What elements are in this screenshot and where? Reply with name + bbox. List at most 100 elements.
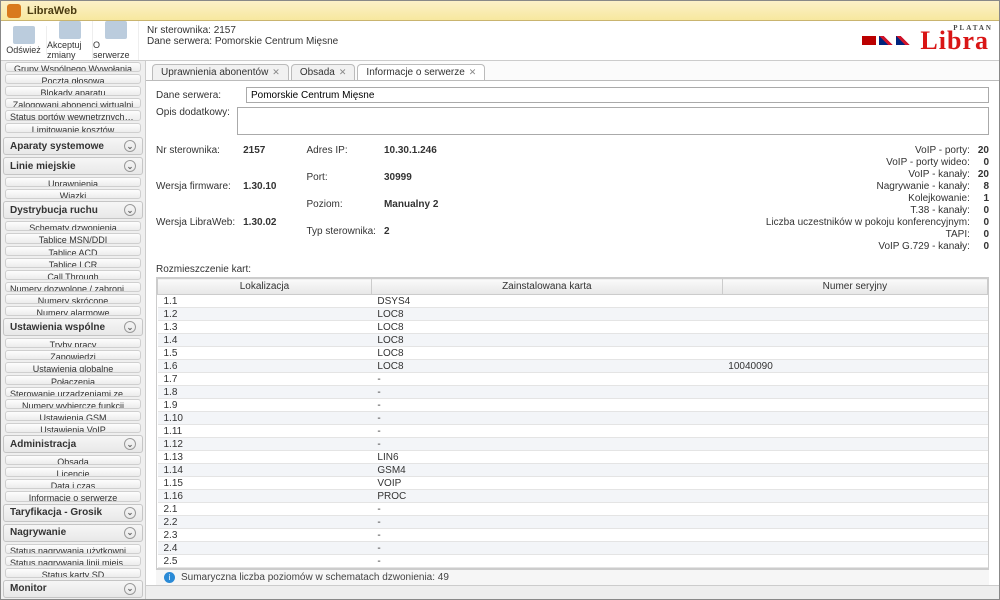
table-row[interactable]: 2.4- [158, 542, 988, 555]
status-bar: i Sumaryczna liczba poziomów w schematac… [156, 569, 989, 585]
sidebar-item[interactable]: Obsada [5, 455, 141, 465]
server-summary: Nr sterownika: 2157 Dane serwera: Pomors… [139, 21, 862, 60]
table-cell: LOC8 [371, 321, 722, 334]
accordion-header[interactable]: Linie miejskie⌄ [3, 157, 143, 175]
table-row[interactable]: 1.16PROC [158, 490, 988, 503]
chevron-down-icon: ⌄ [124, 583, 136, 595]
sidebar-item[interactable]: Call Through [5, 270, 141, 280]
sidebar-item[interactable]: Zalogowani abonenci wirtualni [5, 98, 141, 108]
sidebar-item[interactable]: Status nagrywania użytkowników [5, 544, 141, 554]
tab[interactable]: Uprawnienia abonentów✕ [152, 64, 289, 80]
table-row[interactable]: 1.3LOC8 [158, 321, 988, 334]
column-header[interactable]: Numer seryjny [722, 279, 987, 295]
sidebar-item[interactable]: Poczta głosowa [5, 74, 141, 84]
table-cell: 2.5 [158, 555, 372, 568]
sidebar-item[interactable]: Tryby pracy [5, 338, 141, 348]
sidebar-item[interactable]: Grupy Wspólnego Wywołania [5, 62, 141, 72]
sidebar-item[interactable]: Sterowanie urządzeniami zewnętrznymi (I/… [5, 387, 141, 397]
sidebar-item[interactable]: Data i czas [5, 479, 141, 489]
table-row[interactable]: 1.13LIN6 [158, 451, 988, 464]
info-value: Manualny 2 [384, 199, 438, 225]
table-row[interactable]: 1.11- [158, 425, 988, 438]
accordion-header[interactable]: Ustawienia wspólne⌄ [3, 318, 143, 336]
tab[interactable]: Obsada✕ [291, 64, 356, 80]
sidebar-item[interactable]: Ustawienia globalne [5, 362, 141, 372]
sidebar-item[interactable]: Numery dozwolone / zabronione [5, 282, 141, 292]
table-row[interactable]: 1.1DSYS4 [158, 295, 988, 308]
sidebar-item[interactable]: Tablice LCR [5, 258, 141, 268]
extra-desc-label: Opis dodatkowy: [156, 107, 237, 118]
sidebar-item[interactable]: Ustawienia VoIP [5, 423, 141, 433]
about-server-button[interactable]: O serwerze [93, 21, 139, 60]
server-value: Pomorskie Centrum Mięsne [215, 36, 338, 47]
sidebar-item[interactable]: Numery skrócone [5, 294, 141, 304]
table-row[interactable]: 1.7- [158, 373, 988, 386]
sidebar: Grupy Wspólnego Wywołania Poczta głosowa B… [1, 61, 146, 599]
close-icon[interactable]: ✕ [272, 67, 280, 78]
extra-desc-input[interactable] [237, 107, 989, 135]
sidebar-item[interactable]: Schematy dzwonienia [5, 221, 141, 231]
flag-pl-icon[interactable] [862, 36, 876, 45]
table-row[interactable]: 1.9- [158, 399, 988, 412]
sidebar-item[interactable]: Uprawnienia [5, 177, 141, 187]
server-data-input[interactable] [246, 87, 989, 103]
sidebar-item[interactable]: Ustawienia GSM [5, 411, 141, 421]
sidebar-item[interactable]: Połączenia [5, 375, 141, 385]
column-header[interactable]: Zainstalowana karta [371, 279, 722, 295]
table-row[interactable]: 1.12- [158, 438, 988, 451]
sidebar-item[interactable]: Tablice MSN/DDI [5, 233, 141, 243]
table-row[interactable]: 2.3- [158, 529, 988, 542]
table-row[interactable]: 1.8- [158, 386, 988, 399]
sidebar-item[interactable]: Limitowanie kosztów [5, 123, 141, 133]
table-cell [722, 477, 987, 490]
table-cell: 1.10 [158, 412, 372, 425]
table-row[interactable]: 1.10- [158, 412, 988, 425]
sidebar-item[interactable]: Status karty SD [5, 568, 141, 578]
sidebar-item[interactable]: Licencje [5, 467, 141, 477]
sidebar-item[interactable]: Informacje o serwerze [5, 491, 141, 501]
table-row[interactable]: 1.2LOC8 [158, 308, 988, 321]
sidebar-item[interactable]: Zapowiedzi [5, 350, 141, 360]
sidebar-item[interactable]: Numery wybiercze funkcji [5, 399, 141, 409]
accordion-header[interactable]: Taryfikacja - Grosik⌄ [3, 504, 143, 522]
sidebar-item[interactable]: Tablice ACD [5, 246, 141, 256]
table-row[interactable]: 1.14GSM4 [158, 464, 988, 477]
table-cell [722, 451, 987, 464]
info-key: Typ sterownika: [306, 226, 375, 252]
accordion-header[interactable]: Nagrywanie⌄ [3, 524, 143, 542]
sidebar-item[interactable]: Blokady aparatu [5, 86, 141, 96]
table-cell: VOIP [371, 477, 722, 490]
tab[interactable]: Informacje o serwerze✕ [357, 64, 485, 80]
sidebar-item[interactable]: Wiązki [5, 189, 141, 199]
table-row[interactable]: 1.4LOC8 [158, 334, 988, 347]
table-cell: 10040090 [722, 360, 987, 373]
table-row[interactable]: 2.2- [158, 516, 988, 529]
column-header[interactable]: Lokalizacja [158, 279, 372, 295]
table-row[interactable]: 1.15VOIP [158, 477, 988, 490]
table-cell [722, 334, 987, 347]
accept-changes-button[interactable]: Akceptuj zmiany [47, 21, 93, 60]
info-value: 1 [978, 193, 989, 204]
sidebar-item[interactable]: Numery alarmowe [5, 306, 141, 316]
refresh-button[interactable]: Odśwież [1, 26, 47, 55]
table-cell [722, 308, 987, 321]
accordion-header[interactable]: Dystrybucja ruchu⌄ [3, 201, 143, 219]
close-icon[interactable]: ✕ [469, 67, 477, 78]
table-row[interactable]: 1.6LOC810040090 [158, 360, 988, 373]
close-icon[interactable]: ✕ [339, 67, 347, 78]
sidebar-item[interactable]: Status nagrywania linii miejskich [5, 556, 141, 566]
sidebar-item[interactable]: Status portów wewnętrznych VoIP [5, 110, 141, 120]
flag-alt-icon[interactable] [896, 36, 910, 45]
table-cell: PROC [371, 490, 722, 503]
accordion-header[interactable]: Administracja⌄ [3, 435, 143, 453]
accordion-header[interactable]: Aparaty systemowe⌄ [3, 137, 143, 155]
table-cell: 1.12 [158, 438, 372, 451]
table-row[interactable]: 2.1- [158, 503, 988, 516]
table-cell [722, 542, 987, 555]
info-key: Adres IP: [306, 145, 375, 171]
accordion-header[interactable]: Monitor⌄ [3, 580, 143, 598]
controller-label: Nr sterownika: [147, 25, 211, 36]
table-row[interactable]: 2.5- [158, 555, 988, 568]
table-row[interactable]: 1.5LOC8 [158, 347, 988, 360]
flag-en-icon[interactable] [879, 36, 893, 45]
